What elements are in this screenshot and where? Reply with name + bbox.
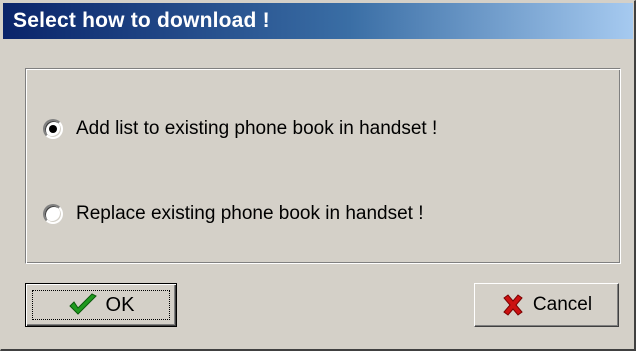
cancel-button-label: Cancel (532, 294, 593, 315)
radio-button-add-list[interactable] (43, 119, 63, 139)
focus-rectangle (32, 290, 170, 320)
radio-label-replace: Replace existing phone book in handset ! (76, 203, 424, 224)
radio-button-replace[interactable] (43, 204, 63, 224)
radio-label-add-list: Add list to existing phone book in hands… (76, 118, 438, 139)
cancel-button[interactable]: Cancel (474, 283, 619, 327)
ok-button[interactable]: OK (25, 283, 177, 327)
options-group-box (25, 68, 621, 264)
checkmark-icon (68, 293, 98, 317)
radio-option-add-list[interactable]: Add list to existing phone book in hands… (41, 115, 437, 143)
radio-selected-dot (49, 125, 57, 133)
download-dialog: Select how to download ! Add list to exi… (0, 0, 636, 351)
ok-button-label: OK (105, 293, 135, 316)
title-bar[interactable]: Select how to download ! (3, 3, 633, 39)
radio-option-replace[interactable]: Replace existing phone book in handset ! (41, 200, 424, 228)
dialog-title: Select how to download ! (13, 9, 270, 32)
x-icon (501, 293, 525, 317)
